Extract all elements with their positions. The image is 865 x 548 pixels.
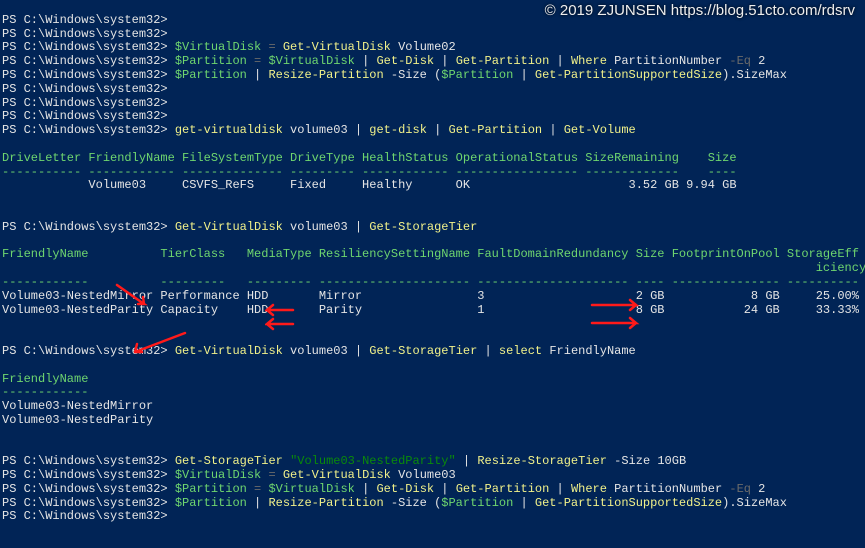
op: -Eq xyxy=(729,54,751,68)
pipe: | xyxy=(434,482,456,496)
variable: $VirtualDisk xyxy=(175,40,261,54)
arg: FriendlyName xyxy=(542,344,636,358)
pipe: | xyxy=(513,496,535,510)
pipe: | xyxy=(456,454,478,468)
cmdlet: Get-StorageTier xyxy=(369,344,477,358)
op: = xyxy=(247,482,269,496)
arg: volume03 | xyxy=(283,220,369,234)
arg xyxy=(283,454,290,468)
prompt-line: PS C:\Windows\system32> xyxy=(2,27,168,41)
cmdlet: Get-VirtualDisk xyxy=(283,468,391,482)
cmdlet: Resize-Partition xyxy=(268,68,383,82)
pipe: | xyxy=(355,54,377,68)
cmdlet: Get-StorageTier xyxy=(369,220,477,234)
table-header: FriendlyName TierClass MediaType Resilie… xyxy=(2,247,859,261)
prompt-line: PS C:\Windows\system32> xyxy=(2,123,175,137)
pipe: | xyxy=(434,54,456,68)
cmdlet: Resize-Partition xyxy=(268,496,383,510)
pipe: | xyxy=(355,482,377,496)
pipe: | xyxy=(513,68,535,82)
cmdlet: Get-Partition xyxy=(449,123,543,137)
prompt-line: PS C:\Windows\system32> xyxy=(2,344,175,358)
table-row: Volume03-NestedMirror Performance HDD Mi… xyxy=(2,289,859,303)
arg: -Size ( xyxy=(384,496,442,510)
table-header: FriendlyName xyxy=(2,372,88,386)
pipe: | xyxy=(549,482,571,496)
prompt-line: PS C:\Windows\system32> xyxy=(2,496,175,510)
variable: $Partition xyxy=(441,68,513,82)
pipe: | xyxy=(427,123,449,137)
prompt-line: PS C:\Windows\system32> xyxy=(2,82,168,96)
prompt-line: PS C:\Windows\system32> xyxy=(2,509,168,523)
variable: $Partition xyxy=(175,482,247,496)
cmdlet: Get-VirtualDisk xyxy=(175,344,283,358)
variable: $Partition xyxy=(441,496,513,510)
cmdlet: Get-PartitionSupportedSize xyxy=(535,496,722,510)
string-arg: "Volume03-NestedParity" xyxy=(290,454,456,468)
table-row: Volume03-NestedParity Capacity HDD Parit… xyxy=(2,303,859,317)
op: = xyxy=(261,40,283,54)
arg: ).SizeMax xyxy=(722,68,787,82)
prompt-line: PS C:\Windows\system32> xyxy=(2,68,175,82)
variable: $Partition xyxy=(175,54,247,68)
pipe: | xyxy=(542,123,564,137)
arg: Volume03 xyxy=(391,468,456,482)
arg: PartitionNumber xyxy=(607,482,729,496)
cmdlet: Where xyxy=(571,482,607,496)
cmdlet: Get-PartitionSupportedSize xyxy=(535,68,722,82)
prompt-line: PS C:\Windows\system32> xyxy=(2,454,175,468)
cmdlet: Get-VirtualDisk xyxy=(283,40,391,54)
cmdlet: Resize-StorageTier xyxy=(477,454,607,468)
table-row: Volume03 CSVFS_ReFS Fixed Healthy OK 3.5… xyxy=(2,178,737,192)
cmdlet: Get-Volume xyxy=(564,123,636,137)
op: = xyxy=(247,54,269,68)
cmdlet: Get-Disk xyxy=(376,482,434,496)
variable: $VirtualDisk xyxy=(268,54,354,68)
prompt-line: PS C:\Windows\system32> xyxy=(2,13,168,27)
arg: volume03 | xyxy=(283,123,369,137)
table-header: DriveLetter FriendlyName FileSystemType … xyxy=(2,151,737,165)
pipe: | xyxy=(477,344,499,358)
arg: PartitionNumber xyxy=(607,54,729,68)
prompt-line: PS C:\Windows\system32> xyxy=(2,96,168,110)
prompt-line: PS C:\Windows\system32> xyxy=(2,482,175,496)
arg: 2 xyxy=(751,54,765,68)
arg: -Size 10GB xyxy=(607,454,686,468)
prompt-line: PS C:\Windows\system32> xyxy=(2,468,175,482)
pipe: | xyxy=(247,496,269,510)
cmdlet: Get-Partition xyxy=(456,54,550,68)
table-separator: ------------ --------- --------- -------… xyxy=(2,275,859,289)
cmdlet: get-virtualdisk xyxy=(175,123,283,137)
table-header: iciency xyxy=(2,261,865,275)
cmdlet: Where xyxy=(571,54,607,68)
pipe: | xyxy=(549,54,571,68)
arg: 2 xyxy=(751,482,765,496)
table-separator: ------------ xyxy=(2,385,88,399)
cmdlet: Get-StorageTier xyxy=(175,454,283,468)
cmdlet: Get-VirtualDisk xyxy=(175,220,283,234)
op: = xyxy=(261,468,283,482)
variable: $Partition xyxy=(175,496,247,510)
table-row: Volume03-NestedMirror xyxy=(2,399,153,413)
prompt-line: PS C:\Windows\system32> xyxy=(2,109,168,123)
cmdlet: select xyxy=(499,344,542,358)
variable: $VirtualDisk xyxy=(175,468,261,482)
prompt-line: PS C:\Windows\system32> xyxy=(2,40,175,54)
arg: -Size ( xyxy=(384,68,442,82)
cmdlet: Get-Partition xyxy=(456,482,550,496)
table-row: Volume03-NestedParity xyxy=(2,413,153,427)
variable: $VirtualDisk xyxy=(268,482,354,496)
prompt-line: PS C:\Windows\system32> xyxy=(2,54,175,68)
table-separator: ----------- ------------ -------------- … xyxy=(2,165,737,179)
cmdlet: get-disk xyxy=(369,123,427,137)
powershell-console[interactable]: PS C:\Windows\system32> PS C:\Windows\sy… xyxy=(0,0,865,524)
arg: Volume02 xyxy=(391,40,456,54)
pipe: | xyxy=(247,68,269,82)
variable: $Partition xyxy=(175,68,247,82)
prompt-line: PS C:\Windows\system32> xyxy=(2,220,175,234)
op: -Eq xyxy=(729,482,751,496)
arg: volume03 | xyxy=(283,344,369,358)
cmdlet: Get-Disk xyxy=(376,54,434,68)
arg: ).SizeMax xyxy=(722,496,787,510)
